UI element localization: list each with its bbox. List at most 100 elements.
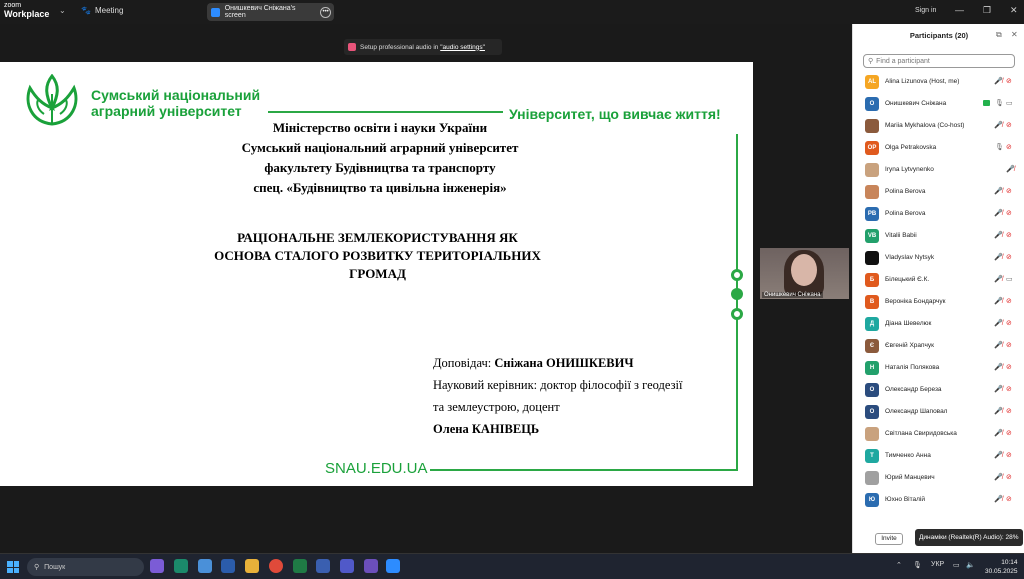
muted-mic-icon: 🎤̸ [994, 210, 1003, 217]
avatar [865, 471, 879, 485]
clock[interactable]: 10:14 30.05.2025 [985, 558, 1018, 576]
participant-row[interactable]: Є Євгеній Храпчук 🎤̸ ⊘ [853, 335, 1024, 357]
network-icon[interactable]: ▭ [953, 561, 960, 569]
video-off-icon: ⊘ [1006, 408, 1012, 415]
zoom-titlebar: zoom Workplace ⌄ 🐾 Meeting Онишкевич Сні… [0, 0, 1024, 24]
taskbar-search[interactable]: ⚲ Пошук [27, 558, 144, 576]
viber-icon[interactable] [364, 559, 378, 573]
avatar: О [865, 405, 879, 419]
zoom-taskbar-icon[interactable] [386, 559, 400, 573]
video-off-icon: ⊘ [1006, 342, 1012, 349]
muted-mic-icon: 🎤̸ [994, 188, 1003, 195]
chevron-up-icon[interactable]: ⌃ [896, 561, 902, 569]
bottom-line [430, 469, 738, 471]
avatar: Ю [865, 493, 879, 507]
participant-row[interactable]: Ю Юхно Віталій 🎤̸ ⊘ [853, 489, 1024, 511]
avatar: OP [865, 141, 879, 155]
more-options-icon[interactable]: ••• [320, 6, 331, 18]
audio-settings-link[interactable]: "audio settings" [440, 44, 485, 51]
sign-in-link[interactable]: Sign in [915, 7, 936, 14]
participant-row[interactable]: AL Alina Lizunova (Host, me) 🎤̸ ⊘ [853, 71, 1024, 93]
speaker-block: Доповідач: Сніжана ОНИШКЕВИЧ Науковий ке… [433, 356, 683, 436]
participant-row[interactable]: Б Білецький Є.К. 🎤̸ ▭ [853, 269, 1024, 291]
participant-row[interactable]: OP Olga Petrakovska 🎙 ⊘ [853, 137, 1024, 159]
close-icon[interactable]: ✕ [1010, 5, 1018, 16]
speaker-icon[interactable]: 🔈 [966, 561, 975, 569]
teams-icon[interactable] [340, 559, 354, 573]
audio-setup-banner[interactable]: Setup professional audio in "audio setti… [344, 39, 502, 55]
participants-panel: Participants (20) ⧉ ✕ ⚲ Find a participa… [852, 24, 1024, 553]
participant-row[interactable]: Д Діана Шевелюк 🎤̸ ⊘ [853, 313, 1024, 335]
restore-icon[interactable]: ❐ [983, 5, 991, 16]
muted-mic-icon: 🎤̸ [994, 496, 1003, 503]
participant-row[interactable]: PB Polina Berova 🎤̸ ⊘ [853, 203, 1024, 225]
participant-row[interactable]: В Вероніка Бондарчук 🎤̸ ⊘ [853, 291, 1024, 313]
date: 30.05.2025 [985, 568, 1018, 575]
university-logo-icon [26, 74, 78, 126]
participant-row[interactable]: О Олександр Шаповал 🎤̸ ⊘ [853, 401, 1024, 423]
video-on-icon: ▭ [1006, 276, 1013, 283]
video-off-icon: ⊘ [1006, 144, 1012, 151]
participant-row[interactable]: Н Наталія Полякова 🎤̸ ⊘ [853, 357, 1024, 379]
avatar [865, 163, 879, 177]
language-indicator[interactable]: УКР [931, 561, 944, 568]
invite-button[interactable]: Invite [875, 533, 903, 545]
screen-share-icon [211, 7, 220, 17]
muted-mic-icon: 🎤̸ [994, 276, 1003, 283]
muted-mic-icon: 🎤̸ [994, 408, 1003, 415]
ministry-block: Міністерство освіти і науки України Сумс… [241, 120, 519, 195]
video-off-icon: ⊘ [1006, 320, 1012, 327]
avatar [865, 119, 879, 133]
participant-row[interactable]: VB Vitalii Babii 🎤̸ ⊘ [853, 225, 1024, 247]
windows-start-icon[interactable] [7, 561, 19, 573]
muted-mic-icon: 🎤̸ [994, 232, 1003, 239]
participant-row[interactable]: Vladyslav Nytsyk 🎤̸ ⊘ [853, 247, 1024, 269]
muted-mic-icon: 🎤̸ [994, 452, 1003, 459]
participant-search-input[interactable]: ⚲ Find a participant [863, 54, 1015, 68]
chevron-down-icon[interactable]: ⌄ [59, 6, 66, 15]
avatar: AL [865, 75, 879, 89]
save-icon[interactable] [316, 559, 330, 573]
avatar: Д [865, 317, 879, 331]
website-url: SNAU.EDU.UA [325, 460, 428, 477]
participant-name: Alina Lizunova (Host, me) [885, 78, 960, 85]
speaker-video-thumbnail[interactable]: Онишкевич Сніжана [760, 248, 849, 299]
search-icon: ⚲ [34, 564, 40, 571]
participant-row[interactable]: Mariia Mykhalova (Co-host) 🎤̸ ⊘ [853, 115, 1024, 137]
screen-share-indicator[interactable]: Онишкевич Сніжана's screen ••• [207, 3, 334, 21]
participant-name: Mariia Mykhalova (Co-host) [885, 122, 965, 129]
close-panel-icon[interactable]: ✕ [1011, 30, 1018, 39]
muted-mic-icon: 🎤̸ [1006, 166, 1015, 173]
word-icon[interactable] [221, 559, 235, 573]
participant-row[interactable]: О Онишкевич Сніжана 🎙 ▭ [853, 93, 1024, 115]
video-off-icon: ⊘ [1006, 232, 1012, 239]
calculator-icon[interactable] [198, 559, 212, 573]
meeting-tab[interactable]: 🐾 Meeting [81, 6, 123, 15]
avatar: Б [865, 273, 879, 287]
popout-icon[interactable]: ⧉ [996, 30, 1002, 40]
participant-name: Iryna Lytvynenko [885, 166, 934, 173]
participant-row[interactable]: Юрий Манцевич 🎤̸ ⊘ [853, 467, 1024, 489]
university-name: Сумський національний аграрний університ… [91, 87, 261, 119]
participant-name: Білецький Є.К. [885, 276, 930, 283]
chrome-icon[interactable] [269, 559, 283, 573]
audio-banner-text: Setup professional audio in "audio setti… [360, 43, 485, 51]
edge-icon[interactable] [174, 559, 188, 573]
minimize-icon[interactable]: — [955, 5, 964, 15]
zoom-logo[interactable]: zoom Workplace [4, 2, 49, 19]
search-placeholder: Find a participant [876, 57, 930, 65]
copilot-icon[interactable] [150, 559, 164, 573]
video-off-icon: ⊘ [1006, 188, 1012, 195]
excel-icon[interactable] [293, 559, 307, 573]
divider-line [268, 111, 503, 113]
muted-mic-icon: 🎤̸ [994, 386, 1003, 393]
participant-row[interactable]: О Олександр Береза 🎤̸ ⊘ [853, 379, 1024, 401]
participant-row[interactable]: Polina Berova 🎤̸ ⊘ [853, 181, 1024, 203]
file-explorer-icon[interactable] [245, 559, 259, 573]
video-off-icon: ⊘ [1006, 254, 1012, 261]
microphone-icon[interactable]: 🎙 [913, 561, 922, 569]
participant-row[interactable]: Т Тимченко Анна 🎤̸ ⊘ [853, 445, 1024, 467]
participant-row[interactable]: Iryna Lytvynenko 🎤̸ [853, 159, 1024, 181]
participant-row[interactable]: Світлана Свиридовська 🎤̸ ⊘ [853, 423, 1024, 445]
video-off-icon: ⊘ [1006, 430, 1012, 437]
